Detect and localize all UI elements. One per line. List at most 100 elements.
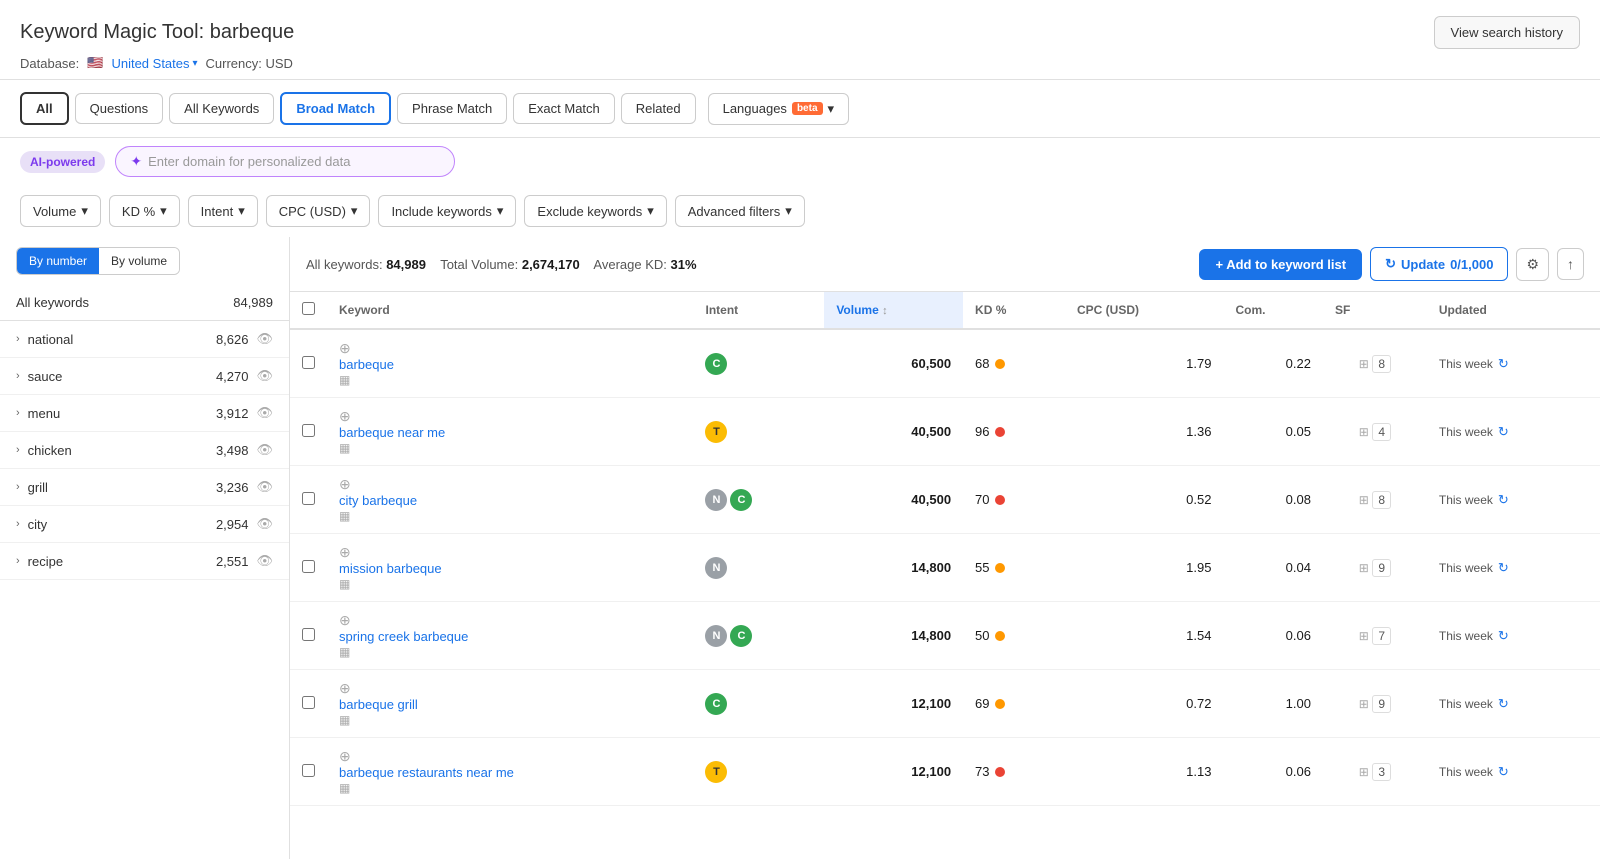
refresh-icon[interactable]: ↻ [1498, 424, 1509, 440]
exclude-keywords-filter[interactable]: Exclude keywords ▾ [524, 195, 666, 227]
eye-icon[interactable]: 👁 [256, 331, 273, 347]
keyword-link[interactable]: spring creek barbeque [339, 629, 681, 644]
languages-button[interactable]: Languages beta ▾ [708, 93, 849, 125]
row-checkbox[interactable] [302, 628, 315, 641]
refresh-icon[interactable]: ↻ [1498, 356, 1509, 372]
row-checkbox[interactable] [302, 764, 315, 777]
cpc-cell: 0.52 [1065, 466, 1223, 534]
table-data-icon[interactable]: ▦ [339, 441, 350, 455]
refresh-icon[interactable]: ↻ [1498, 696, 1509, 712]
keyword-link[interactable]: mission barbeque [339, 561, 681, 576]
intent-filter[interactable]: Intent ▾ [188, 195, 258, 227]
all-keywords-label: All keywords: [306, 257, 386, 272]
eye-icon[interactable]: 👁 [256, 442, 273, 458]
table-data-icon[interactable]: ▦ [339, 509, 350, 523]
sidebar-item[interactable]: › menu 3,912 👁 [0, 395, 289, 432]
add-keyword-icon[interactable]: ⊕ [339, 680, 351, 696]
advanced-filters-button[interactable]: Advanced filters ▾ [675, 195, 805, 227]
row-checkbox[interactable] [302, 356, 315, 369]
eye-icon[interactable]: 👁 [256, 553, 273, 569]
keyword-link[interactable]: city barbeque [339, 493, 681, 508]
sidebar-item[interactable]: › chicken 3,498 👁 [0, 432, 289, 469]
tab-broad-match[interactable]: Broad Match [280, 92, 391, 125]
row-checkbox-cell [290, 670, 327, 738]
sidebar-item[interactable]: › grill 3,236 👁 [0, 469, 289, 506]
add-keyword-icon[interactable]: ⊕ [339, 476, 351, 492]
database-label: Database: [20, 56, 79, 71]
sidebar-item[interactable]: › recipe 2,551 👁 [0, 543, 289, 580]
volume-filter[interactable]: Volume ▾ [20, 195, 101, 227]
keyword-link[interactable]: barbeque near me [339, 425, 681, 440]
add-keyword-icon[interactable]: ⊕ [339, 544, 351, 560]
table-row: ⊕ city barbeque ▦ NC 40,500 70 0.52 0.08… [290, 466, 1600, 534]
tab-all[interactable]: All [20, 92, 69, 125]
intent-badge: C [705, 353, 727, 375]
sidebar-item[interactable]: › national 8,626 👁 [0, 321, 289, 358]
update-button[interactable]: ↻ Update 0/1,000 [1370, 247, 1508, 281]
settings-button[interactable]: ⚙ [1516, 248, 1549, 281]
intent-cell: C [693, 670, 824, 738]
select-all-checkbox[interactable] [302, 302, 315, 315]
table-data-icon[interactable]: ▦ [339, 373, 350, 387]
eye-icon[interactable]: 👁 [256, 405, 273, 421]
kd-dot [995, 631, 1005, 641]
include-keywords-filter[interactable]: Include keywords ▾ [378, 195, 516, 227]
keyword-cell: ⊕ mission barbeque ▦ [327, 534, 693, 602]
intent-badge: N [705, 489, 727, 511]
row-checkbox[interactable] [302, 696, 315, 709]
keyword-link[interactable]: barbeque [339, 357, 681, 372]
row-checkbox[interactable] [302, 560, 315, 573]
tab-exact-match[interactable]: Exact Match [513, 93, 615, 124]
refresh-icon[interactable]: ↻ [1498, 764, 1509, 780]
sort-by-volume-button[interactable]: By volume [99, 248, 179, 274]
sf-cell: ⊞ 9 [1323, 534, 1427, 602]
database-link[interactable]: United States ▾ [111, 56, 197, 71]
table-data-icon[interactable]: ▦ [339, 645, 350, 659]
updated-value: This week ↻ [1439, 696, 1588, 712]
serp-features-icon[interactable]: ⊞ [1359, 765, 1369, 779]
tab-all-keywords[interactable]: All Keywords [169, 93, 274, 124]
serp-features-icon[interactable]: ⊞ [1359, 425, 1369, 439]
serp-features-icon[interactable]: ⊞ [1359, 493, 1369, 507]
serp-features-icon[interactable]: ⊞ [1359, 629, 1369, 643]
add-keyword-icon[interactable]: ⊕ [339, 612, 351, 628]
keyword-link[interactable]: barbeque grill [339, 697, 681, 712]
table-data-icon[interactable]: ▦ [339, 577, 350, 591]
export-button[interactable]: ↑ [1557, 248, 1584, 280]
serp-features-icon[interactable]: ⊞ [1359, 561, 1369, 575]
eye-icon[interactable]: 👁 [256, 368, 273, 384]
serp-features-icon[interactable]: ⊞ [1359, 357, 1369, 371]
sidebar-items-list: › national 8,626 👁 › sauce 4,270 👁 › men… [0, 321, 289, 580]
add-keyword-icon[interactable]: ⊕ [339, 340, 351, 356]
tab-related[interactable]: Related [621, 93, 696, 124]
kd-filter[interactable]: KD % ▾ [109, 195, 180, 227]
refresh-icon: ↻ [1385, 256, 1396, 272]
refresh-icon[interactable]: ↻ [1498, 628, 1509, 644]
sf-count: 4 [1372, 423, 1391, 441]
table-data-icon[interactable]: ▦ [339, 713, 350, 727]
ai-domain-input[interactable]: ✦ Enter domain for personalized data [115, 146, 455, 177]
sort-by-number-button[interactable]: By number [17, 248, 99, 274]
serp-features-icon[interactable]: ⊞ [1359, 697, 1369, 711]
view-history-button[interactable]: View search history [1434, 16, 1580, 49]
updated-value: This week ↻ [1439, 356, 1588, 372]
cpc-filter[interactable]: CPC (USD) ▾ [266, 195, 371, 227]
refresh-icon[interactable]: ↻ [1498, 560, 1509, 576]
eye-icon[interactable]: 👁 [256, 516, 273, 532]
sidebar-item[interactable]: › city 2,954 👁 [0, 506, 289, 543]
tab-phrase-match[interactable]: Phrase Match [397, 93, 507, 124]
intent-cell: C [693, 329, 824, 398]
eye-icon[interactable]: 👁 [256, 479, 273, 495]
sidebar-item[interactable]: › sauce 4,270 👁 [0, 358, 289, 395]
row-checkbox[interactable] [302, 424, 315, 437]
add-keyword-icon[interactable]: ⊕ [339, 748, 351, 764]
chevron-right-icon: › [16, 370, 20, 382]
add-to-keyword-list-button[interactable]: + Add to keyword list [1199, 249, 1362, 280]
row-checkbox[interactable] [302, 492, 315, 505]
table-data-icon[interactable]: ▦ [339, 781, 350, 795]
keyword-link[interactable]: barbeque restaurants near me [339, 765, 681, 780]
add-keyword-icon[interactable]: ⊕ [339, 408, 351, 424]
tab-questions[interactable]: Questions [75, 93, 164, 124]
total-volume-value: 2,674,170 [522, 257, 580, 272]
refresh-icon[interactable]: ↻ [1498, 492, 1509, 508]
